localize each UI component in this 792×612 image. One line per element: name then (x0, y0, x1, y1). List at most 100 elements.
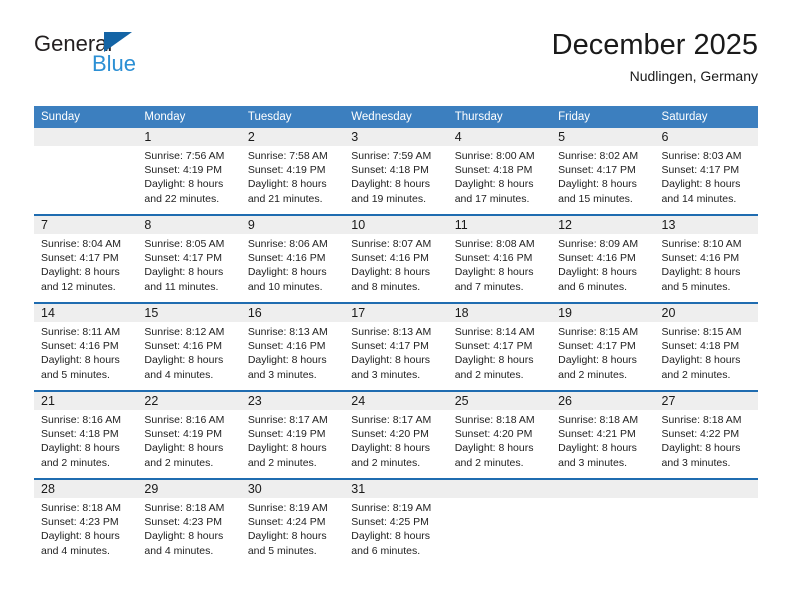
calendar-day-cell[interactable]: 27 Sunrise: 8:18 AM Sunset: 4:22 PM Dayligh… (654, 390, 758, 479)
sunrise-text: Sunrise: 8:18 AM (558, 414, 639, 426)
day-details: Sunrise: 8:18 AM Sunset: 4:23 PM Daylight:… (34, 498, 137, 558)
day-cell-content: 18 Sunrise: 8:14 AM Sunset: 4:17 PM Dayligh… (447, 304, 552, 390)
daylight-text-line2: and 5 minutes. (661, 280, 731, 293)
day-number: 7 (34, 216, 138, 234)
daylight-text-line2: and 3 minutes. (558, 456, 627, 469)
day-number: 21 (34, 392, 138, 410)
daylight-text-line2: and 2 minutes. (558, 368, 627, 381)
day-cell-content: 10 Sunrise: 8:07 AM Sunset: 4:16 PM Dayligh… (344, 216, 448, 302)
general-blue-logo[interactable]: General Blue (34, 28, 244, 76)
calendar-day-cell[interactable]: 11 Sunrise: 8:08 AM Sunset: 4:16 PM Dayligh… (447, 214, 552, 303)
day-cell-content: 3 Sunrise: 7:59 AM Sunset: 4:18 PM Daylight… (344, 128, 448, 214)
daylight-text-line1: Daylight: 8 hours (558, 442, 637, 455)
day-number: 14 (34, 304, 138, 322)
day-number: 9 (240, 216, 345, 234)
calendar-week-row: 7 Sunrise: 8:04 AM Sunset: 4:17 PM Daylight… (34, 214, 758, 303)
sunset-text: Sunset: 4:16 PM (558, 252, 636, 265)
daylight-text-line2: and 2 minutes. (144, 456, 214, 469)
sunrise-text: Sunrise: 8:06 AM (247, 238, 328, 250)
day-number: 12 (551, 216, 655, 234)
day-details: Sunrise: 8:17 AM Sunset: 4:19 PM Daylight:… (241, 410, 344, 470)
day-number: 27 (654, 392, 758, 410)
daylight-text-line1: Daylight: 8 hours (144, 530, 224, 543)
calendar-day-cell[interactable] (447, 478, 552, 566)
calendar-day-cell[interactable]: 5 Sunrise: 8:02 AM Sunset: 4:17 PM Daylight… (551, 128, 655, 215)
sunset-text: Sunset: 4:16 PM (144, 340, 223, 353)
calendar-day-cell[interactable]: 12 Sunrise: 8:09 AM Sunset: 4:16 PM Dayligh… (551, 214, 655, 303)
calendar-day-cell[interactable]: 19 Sunrise: 8:15 AM Sunset: 4:17 PM Dayligh… (551, 302, 655, 391)
day-number: 3 (344, 128, 448, 146)
day-number (654, 480, 758, 498)
calendar-day-cell[interactable]: 15 Sunrise: 8:12 AM Sunset: 4:16 PM Dayligh… (137, 302, 241, 391)
calendar-day-cell[interactable]: 6 Sunrise: 8:03 AM Sunset: 4:17 PM Daylight… (654, 128, 758, 215)
calendar-day-cell[interactable]: 10 Sunrise: 8:07 AM Sunset: 4:16 PM Dayligh… (344, 214, 448, 303)
calendar-day-cell[interactable]: 28 Sunrise: 8:18 AM Sunset: 4:23 PM Dayligh… (34, 478, 138, 566)
calendar-day-cell[interactable] (654, 478, 758, 566)
day-number: 29 (137, 480, 241, 498)
day-cell-content (447, 480, 552, 566)
day-number (34, 128, 138, 146)
day-details: Sunrise: 7:59 AM Sunset: 4:18 PM Daylight:… (344, 146, 447, 206)
daylight-text-line2: and 2 minutes. (247, 456, 317, 469)
sunrise-text: Sunrise: 8:12 AM (144, 326, 225, 338)
sunrise-text: Sunrise: 8:07 AM (351, 238, 432, 250)
daylight-text-line1: Daylight: 8 hours (41, 354, 120, 367)
calendar-day-cell[interactable]: 21 Sunrise: 8:16 AM Sunset: 4:18 PM Dayligh… (34, 390, 138, 479)
weekday-header-thursday: Thursday (447, 106, 552, 128)
daylight-text-line1: Daylight: 8 hours (41, 530, 120, 543)
day-details: Sunrise: 8:06 AM Sunset: 4:16 PM Daylight:… (241, 234, 344, 294)
page-subtitle: Nudlingen, Germany (629, 68, 758, 84)
calendar-day-cell[interactable]: 14 Sunrise: 8:11 AM Sunset: 4:16 PM Dayligh… (34, 302, 138, 391)
sunset-text: Sunset: 4:20 PM (454, 428, 533, 441)
daylight-text-line1: Daylight: 8 hours (661, 354, 741, 367)
day-number (551, 480, 655, 498)
sunrise-text: Sunrise: 8:16 AM (144, 414, 225, 426)
sunset-text: Sunset: 4:17 PM (558, 340, 636, 353)
calendar-header-row: Sunday Monday Tuesday Wednesday Thursday… (34, 106, 758, 128)
daylight-text-line2: and 2 minutes. (351, 456, 421, 469)
daylight-text-line1: Daylight: 8 hours (247, 266, 327, 279)
calendar-day-cell[interactable]: 31 Sunrise: 8:19 AM Sunset: 4:25 PM Dayligh… (344, 478, 448, 566)
daylight-text-line2: and 5 minutes. (247, 544, 317, 557)
calendar-day-cell[interactable]: 20 Sunrise: 8:15 AM Sunset: 4:18 PM Dayligh… (654, 302, 758, 391)
calendar-day-cell[interactable]: 18 Sunrise: 8:14 AM Sunset: 4:17 PM Dayligh… (447, 302, 552, 391)
day-number: 16 (240, 304, 345, 322)
daylight-text-line1: Daylight: 8 hours (247, 530, 327, 543)
calendar-day-cell[interactable] (34, 128, 138, 215)
day-cell-content: 13 Sunrise: 8:10 AM Sunset: 4:16 PM Dayligh… (654, 216, 758, 302)
calendar-day-cell[interactable]: 17 Sunrise: 8:13 AM Sunset: 4:17 PM Dayligh… (344, 302, 448, 391)
calendar-day-cell[interactable]: 4 Sunrise: 8:00 AM Sunset: 4:18 PM Daylight… (447, 128, 552, 215)
calendar-day-cell[interactable]: 1 Sunrise: 7:56 AM Sunset: 4:19 PM Daylight… (137, 128, 241, 215)
day-cell-content: 26 Sunrise: 8:18 AM Sunset: 4:21 PM Dayligh… (551, 392, 655, 478)
sunrise-text: Sunrise: 8:00 AM (454, 150, 535, 162)
day-details: Sunrise: 8:18 AM Sunset: 4:22 PM Daylight:… (655, 410, 758, 470)
calendar-day-cell[interactable]: 3 Sunrise: 7:59 AM Sunset: 4:18 PM Daylight… (344, 128, 448, 215)
sunrise-text: Sunrise: 7:56 AM (144, 150, 225, 162)
calendar-day-cell[interactable]: 16 Sunrise: 8:13 AM Sunset: 4:16 PM Dayligh… (240, 302, 345, 391)
calendar-day-cell[interactable]: 30 Sunrise: 8:19 AM Sunset: 4:24 PM Dayligh… (240, 478, 345, 566)
calendar-day-cell[interactable]: 8 Sunrise: 8:05 AM Sunset: 4:17 PM Daylight… (137, 214, 241, 303)
daylight-text-line1: Daylight: 8 hours (144, 442, 224, 455)
calendar-day-cell[interactable]: 24 Sunrise: 8:17 AM Sunset: 4:20 PM Dayligh… (344, 390, 448, 479)
daylight-text-line2: and 2 minutes. (454, 456, 524, 469)
calendar-day-cell[interactable]: 13 Sunrise: 8:10 AM Sunset: 4:16 PM Dayligh… (654, 214, 758, 303)
sunrise-text: Sunrise: 8:02 AM (558, 150, 639, 162)
sunrise-text: Sunrise: 8:08 AM (454, 238, 535, 250)
daylight-text-line2: and 7 minutes. (454, 280, 524, 293)
sunset-text: Sunset: 4:16 PM (41, 340, 119, 353)
sunset-text: Sunset: 4:18 PM (41, 428, 119, 441)
calendar-day-cell[interactable]: 25 Sunrise: 8:18 AM Sunset: 4:20 PM Dayligh… (447, 390, 552, 479)
day-details: Sunrise: 8:18 AM Sunset: 4:20 PM Daylight:… (448, 410, 551, 470)
calendar-day-cell[interactable]: 9 Sunrise: 8:06 AM Sunset: 4:16 PM Daylight… (240, 214, 345, 303)
daylight-text-line1: Daylight: 8 hours (558, 354, 637, 367)
calendar-day-cell[interactable]: 7 Sunrise: 8:04 AM Sunset: 4:17 PM Daylight… (34, 214, 138, 303)
sunrise-text: Sunrise: 8:19 AM (247, 502, 328, 514)
day-details: Sunrise: 8:10 AM Sunset: 4:16 PM Daylight:… (655, 234, 758, 294)
calendar-day-cell[interactable]: 2 Sunrise: 7:58 AM Sunset: 4:19 PM Daylight… (240, 128, 345, 215)
calendar-day-cell[interactable]: 26 Sunrise: 8:18 AM Sunset: 4:21 PM Dayligh… (551, 390, 655, 479)
calendar-day-cell[interactable] (551, 478, 655, 566)
calendar-day-cell[interactable]: 23 Sunrise: 8:17 AM Sunset: 4:19 PM Dayligh… (240, 390, 345, 479)
calendar-day-cell[interactable]: 22 Sunrise: 8:16 AM Sunset: 4:19 PM Dayligh… (137, 390, 241, 479)
calendar-day-cell[interactable]: 29 Sunrise: 8:18 AM Sunset: 4:23 PM Dayligh… (137, 478, 241, 566)
daylight-text-line1: Daylight: 8 hours (558, 178, 637, 191)
